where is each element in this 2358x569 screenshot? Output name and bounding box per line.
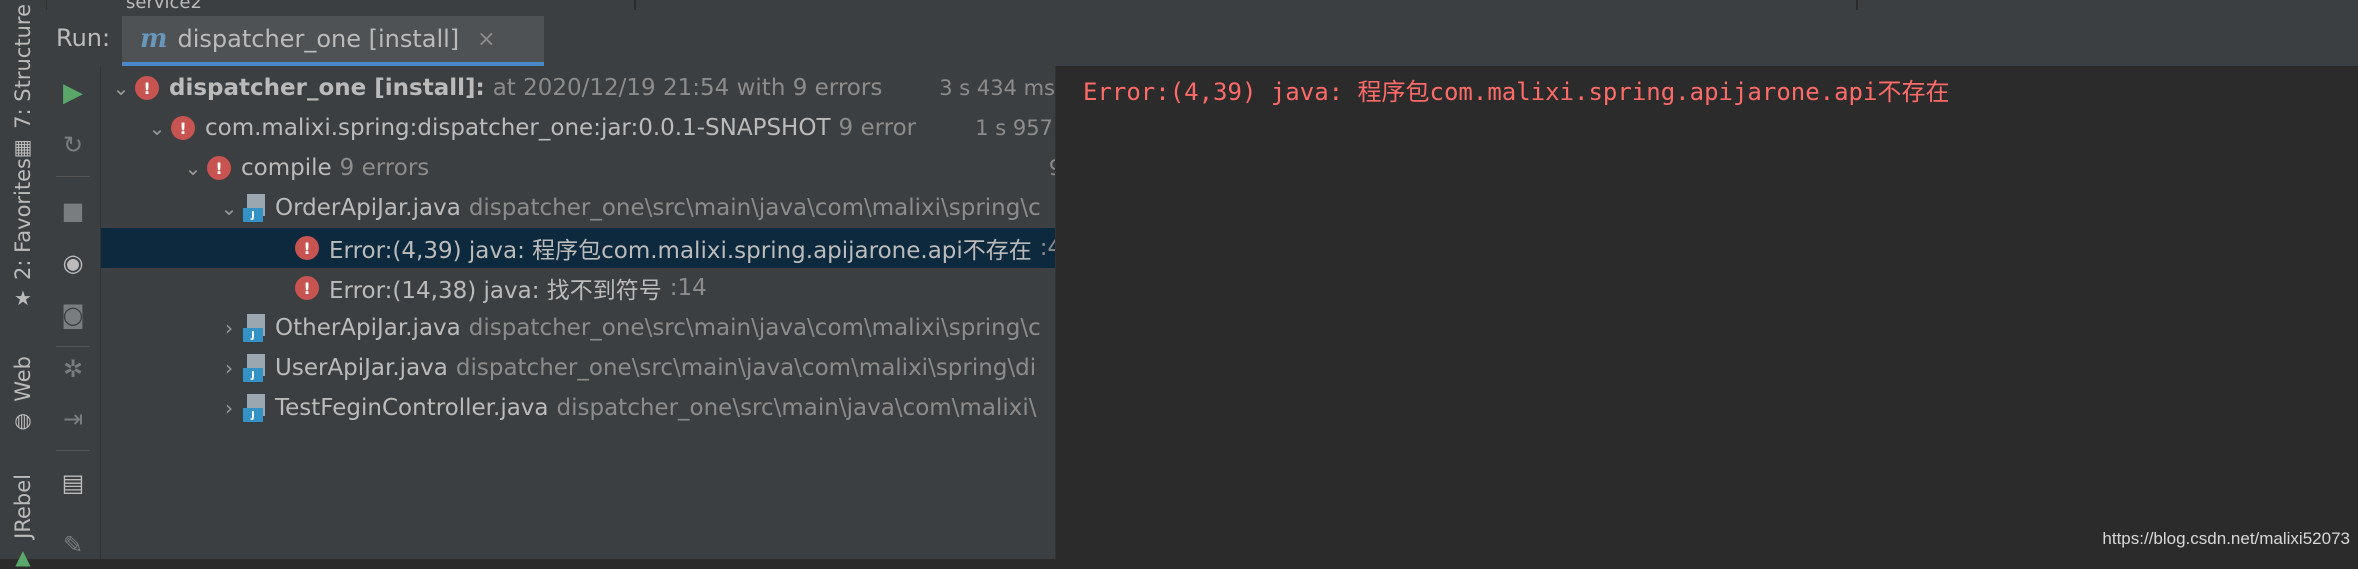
close-icon[interactable]: × xyxy=(477,27,495,52)
java-file-icon: J xyxy=(243,354,267,382)
top-strip-divider xyxy=(634,0,636,10)
chevron-right-icon[interactable]: › xyxy=(215,396,243,420)
top-strip-divider xyxy=(1856,0,1858,10)
tree-row-file[interactable]: › J TestFeginController.java dispatcher_… xyxy=(101,388,1055,428)
chevron-down-icon[interactable]: ⌄ xyxy=(215,196,243,220)
watermark: https://blog.csdn.net/malixi52073 xyxy=(2102,529,2350,548)
chevron-right-icon[interactable]: › xyxy=(215,316,243,340)
tree-row-path: dispatcher_one\src\main\java\com\malixi\… xyxy=(468,315,1041,341)
tree-row-label: Error:(4,39) java: 程序包com.malixi.spring.… xyxy=(329,238,1032,264)
error-icon: ! xyxy=(135,76,159,100)
toolbar-divider xyxy=(56,450,90,451)
sidebar-tab-label: JRebel xyxy=(11,474,35,539)
structure-icon: ▦ xyxy=(13,134,33,159)
rerun-failed-icon[interactable]: ↻ xyxy=(54,126,92,164)
tree-row-error[interactable]: ! Error:(4,39) java: 程序包com.malixi.sprin… xyxy=(101,228,1055,268)
run-tab-title: dispatcher_one [install] xyxy=(177,25,460,53)
error-icon: ! xyxy=(171,116,195,140)
tree-row-line: :14 xyxy=(669,275,707,301)
sidebar-tab-label: Web xyxy=(11,356,35,402)
sidebar-tab-web[interactable]: Web ◍ xyxy=(4,356,42,432)
error-icon: ! xyxy=(207,156,231,180)
star-icon: ★ xyxy=(14,285,32,310)
sidebar-tab-jrebel[interactable]: JRebel ▲ xyxy=(4,474,42,569)
tree-row-file[interactable]: ⌄ J OrderApiJar.java dispatcher_one\src\… xyxy=(101,188,1055,228)
tree-row-compile[interactable]: ⌄ ! compile 9 errors 967 ms xyxy=(101,148,1055,188)
run-icon[interactable]: ▶ xyxy=(54,74,92,112)
sidebar-tab-structure[interactable]: 7: Structure ▦ xyxy=(4,4,42,159)
globe-icon: ◍ xyxy=(14,407,32,432)
debug-icon[interactable]: ✲ xyxy=(54,350,92,388)
error-icon: ! xyxy=(295,236,319,260)
run-tab-dispatcher-one[interactable]: m dispatcher_one [install] × xyxy=(122,16,544,66)
pin-icon[interactable]: ✎ xyxy=(54,526,92,564)
run-panel-header: Run: m dispatcher_one [install] × xyxy=(46,10,2358,67)
jrebel-icon: ▲ xyxy=(15,544,31,569)
tree-row-label: TestFeginController.java xyxy=(275,395,549,421)
console-output[interactable]: Error:(4,39) java: 程序包com.malixi.spring.… xyxy=(1058,66,2358,559)
layout-icon[interactable]: ▤ xyxy=(54,464,92,502)
toolbar-divider xyxy=(56,346,90,347)
tree-row-label: Error:(14,38) java: 找不到符号 xyxy=(329,278,662,304)
tree-row-duration: 1 s 957 ms xyxy=(969,116,1055,140)
tree-row-label: com.malixi.spring:dispatcher_one:jar:0.0… xyxy=(205,115,831,141)
exit-icon[interactable]: ⇥ xyxy=(54,400,92,438)
tree-row-path: dispatcher_one\src\main\java\com\malixi\… xyxy=(455,355,1037,381)
tree-row-detail: 9 errors xyxy=(339,155,430,181)
tree-row-artifact[interactable]: ⌄ ! com.malixi.spring:dispatcher_one:jar… xyxy=(101,108,1055,148)
build-tree: ⌄ ! dispatcher_one [install]: at 2020/12… xyxy=(101,66,1055,559)
toolbar-divider xyxy=(56,176,90,177)
chevron-down-icon[interactable]: ⌄ xyxy=(143,116,171,140)
java-file-icon: J xyxy=(243,194,267,222)
tree-row-build[interactable]: ⌄ ! dispatcher_one [install]: at 2020/12… xyxy=(101,68,1055,108)
sidebar-tab-label: 2: Favorites xyxy=(11,158,35,280)
java-file-icon: J xyxy=(243,314,267,342)
tree-row-detail: 9 error xyxy=(838,115,917,141)
java-file-icon: J xyxy=(243,394,267,422)
eye-icon[interactable]: ◉ xyxy=(54,244,92,282)
chevron-down-icon[interactable]: ⌄ xyxy=(107,76,135,100)
run-label: Run: xyxy=(56,24,111,52)
tree-row-label: UserApiJar.java xyxy=(275,355,448,381)
chevron-down-icon[interactable]: ⌄ xyxy=(179,156,207,180)
left-tool-strip: 7: Structure ▦ 2: Favorites ★ Web ◍ JReb… xyxy=(0,0,47,569)
tree-row-path: dispatcher_one\src\main\java\com\malixi\ xyxy=(556,395,1037,421)
tree-row-label: OtherApiJar.java xyxy=(275,315,461,341)
tree-row-error[interactable]: ! Error:(14,38) java: 找不到符号 :14 xyxy=(101,268,1055,308)
camera-icon[interactable]: ◙ xyxy=(54,296,92,334)
error-icon: ! xyxy=(295,276,319,300)
tree-row-duration: 3 s 434 ms xyxy=(933,76,1055,100)
sidebar-tab-favorites[interactable]: 2: Favorites ★ xyxy=(4,158,42,310)
tree-row-line: :4 xyxy=(1039,235,1055,261)
maven-icon: m xyxy=(140,24,168,54)
tree-row-label: OrderApiJar.java xyxy=(275,195,461,221)
console-error-line: Error:(4,39) java: 程序包com.malixi.spring.… xyxy=(1083,78,1950,106)
tree-row-file[interactable]: › J OtherApiJar.java dispatcher_one\src\… xyxy=(101,308,1055,348)
tree-row-detail: at 2020/12/19 21:54 with 9 errors xyxy=(492,75,883,101)
tree-row-file[interactable]: › J UserApiJar.java dispatcher_one\src\m… xyxy=(101,348,1055,388)
tree-row-path: dispatcher_one\src\main\java\com\malixi\… xyxy=(468,195,1041,221)
chevron-right-icon[interactable]: › xyxy=(215,356,243,380)
tree-row-label: compile xyxy=(241,155,332,181)
sidebar-tab-label: 7: Structure xyxy=(11,4,35,129)
top-strip: service2 xyxy=(46,0,2358,13)
tree-row-duration: 967 ms xyxy=(1042,156,1055,180)
tree-row-label: dispatcher_one [install]: xyxy=(169,75,485,101)
run-toolbar: ▶ ↻ ■ ◉ ◙ ✲ ⇥ ▤ ✎ xyxy=(46,66,101,559)
stop-icon[interactable]: ■ xyxy=(54,192,92,230)
